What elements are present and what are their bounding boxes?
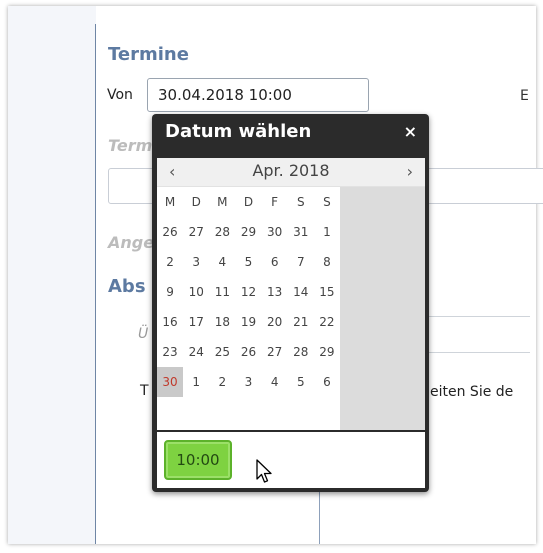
day-cell[interactable]: 5 [235, 247, 261, 277]
weekday-header: D [243, 195, 254, 209]
day-cell[interactable]: 27 [183, 217, 209, 247]
time-area: 10:00 [157, 432, 425, 488]
next-month-button[interactable]: › [407, 162, 413, 181]
day-cell[interactable]: 29 [235, 217, 261, 247]
field-line-1 [420, 316, 530, 317]
week-row: 2 3 4 5 6 7 8 [157, 247, 425, 277]
day-cell[interactable]: 31 [288, 217, 314, 247]
von-date-input[interactable]: 30.04.2018 10:00 [147, 78, 369, 112]
weekday-header: D [191, 195, 201, 209]
section-title-termine: Termine [108, 44, 189, 65]
day-cell[interactable]: 2 [209, 367, 235, 397]
day-cell[interactable]: 13 [262, 277, 288, 307]
day-cell[interactable]: 23 [157, 337, 183, 367]
day-cell[interactable]: 24 [183, 337, 209, 367]
calendar: ‹ Apr. 2018 › M D M D F S S 26 27 28 29 … [157, 158, 425, 430]
day-cell[interactable]: 14 [288, 277, 314, 307]
day-cell[interactable]: 26 [235, 337, 261, 367]
text-fragment-left: T [140, 383, 149, 399]
day-cell[interactable]: 30 [262, 217, 288, 247]
week-row: 9 10 11 12 13 14 15 [157, 277, 425, 307]
day-cell[interactable]: 3 [235, 367, 261, 397]
day-cell[interactable]: 12 [235, 277, 261, 307]
day-cell[interactable]: 17 [183, 307, 209, 337]
weekday-header-row: M D M D F S S [157, 187, 425, 217]
end-label-fragment: E [520, 88, 529, 104]
day-cell[interactable]: 16 [157, 307, 183, 337]
day-cell[interactable]: 8 [314, 247, 340, 277]
termin-label: Term [108, 136, 153, 155]
day-cell[interactable]: 27 [262, 337, 288, 367]
day-cell[interactable]: 6 [262, 247, 288, 277]
angebot-label: Ange [108, 233, 155, 252]
mouse-cursor-icon [256, 459, 272, 483]
day-cell[interactable]: 1 [314, 217, 340, 247]
column-divider [319, 492, 320, 544]
calendar-nav: ‹ Apr. 2018 › [157, 158, 425, 187]
week-row: 30 1 2 3 4 5 6 [157, 367, 425, 397]
week-row: 16 17 18 19 20 21 22 [157, 307, 425, 337]
day-cell[interactable]: 26 [157, 217, 183, 247]
day-cell[interactable]: 4 [262, 367, 288, 397]
picker-title: Datum wählen [165, 121, 312, 142]
day-cell[interactable]: 29 [314, 337, 340, 367]
day-cell[interactable]: 2 [157, 247, 183, 277]
weekday-header: S [296, 195, 305, 209]
day-cell[interactable]: 7 [288, 247, 314, 277]
weekday-header: S [323, 195, 331, 209]
time-button[interactable]: 10:00 [164, 440, 232, 480]
section-title-absatz: Abs [108, 276, 146, 297]
day-cell[interactable]: 22 [314, 307, 340, 337]
day-cell[interactable]: 28 [209, 217, 235, 247]
day-cell[interactable]: 4 [209, 247, 235, 277]
von-label: Von [107, 87, 133, 103]
u-label: Ü [138, 326, 149, 342]
week-row: 26 27 28 29 30 31 1 [157, 217, 425, 247]
day-cell[interactable]: 28 [288, 337, 314, 367]
day-cell[interactable]: 6 [314, 367, 340, 397]
day-cell[interactable]: 9 [157, 277, 183, 307]
week-row: 23 24 25 26 27 28 29 [157, 337, 425, 367]
calendar-grid: M D M D F S S 26 27 28 29 30 31 1 2 3 4 [157, 187, 425, 397]
day-cell[interactable]: 11 [209, 277, 235, 307]
day-cell[interactable]: 18 [209, 307, 235, 337]
date-picker-popup: Datum wählen × ‹ Apr. 2018 › M D M D F S… [152, 114, 429, 492]
day-cell-today[interactable]: 30 [157, 367, 184, 397]
text-fragment-right: eiten Sie de [430, 384, 514, 400]
weekday-header: M [164, 195, 176, 209]
day-cell[interactable]: 15 [314, 277, 340, 307]
day-cell[interactable]: 25 [209, 337, 235, 367]
day-cell[interactable]: 5 [288, 367, 314, 397]
day-cell[interactable]: 21 [288, 307, 314, 337]
picker-header: Datum wählen × [152, 114, 429, 154]
left-panel [8, 6, 95, 544]
day-cell[interactable]: 1 [183, 367, 209, 397]
day-cell[interactable]: 10 [183, 277, 209, 307]
close-icon[interactable]: × [404, 122, 417, 141]
weekday-header: M [217, 195, 228, 209]
day-cell[interactable]: 19 [235, 307, 261, 337]
month-label[interactable]: Apr. 2018 [157, 161, 425, 180]
field-line-2 [420, 352, 530, 353]
day-cell[interactable]: 3 [183, 247, 209, 277]
day-cell[interactable]: 20 [262, 307, 288, 337]
weekday-header: F [271, 195, 279, 209]
